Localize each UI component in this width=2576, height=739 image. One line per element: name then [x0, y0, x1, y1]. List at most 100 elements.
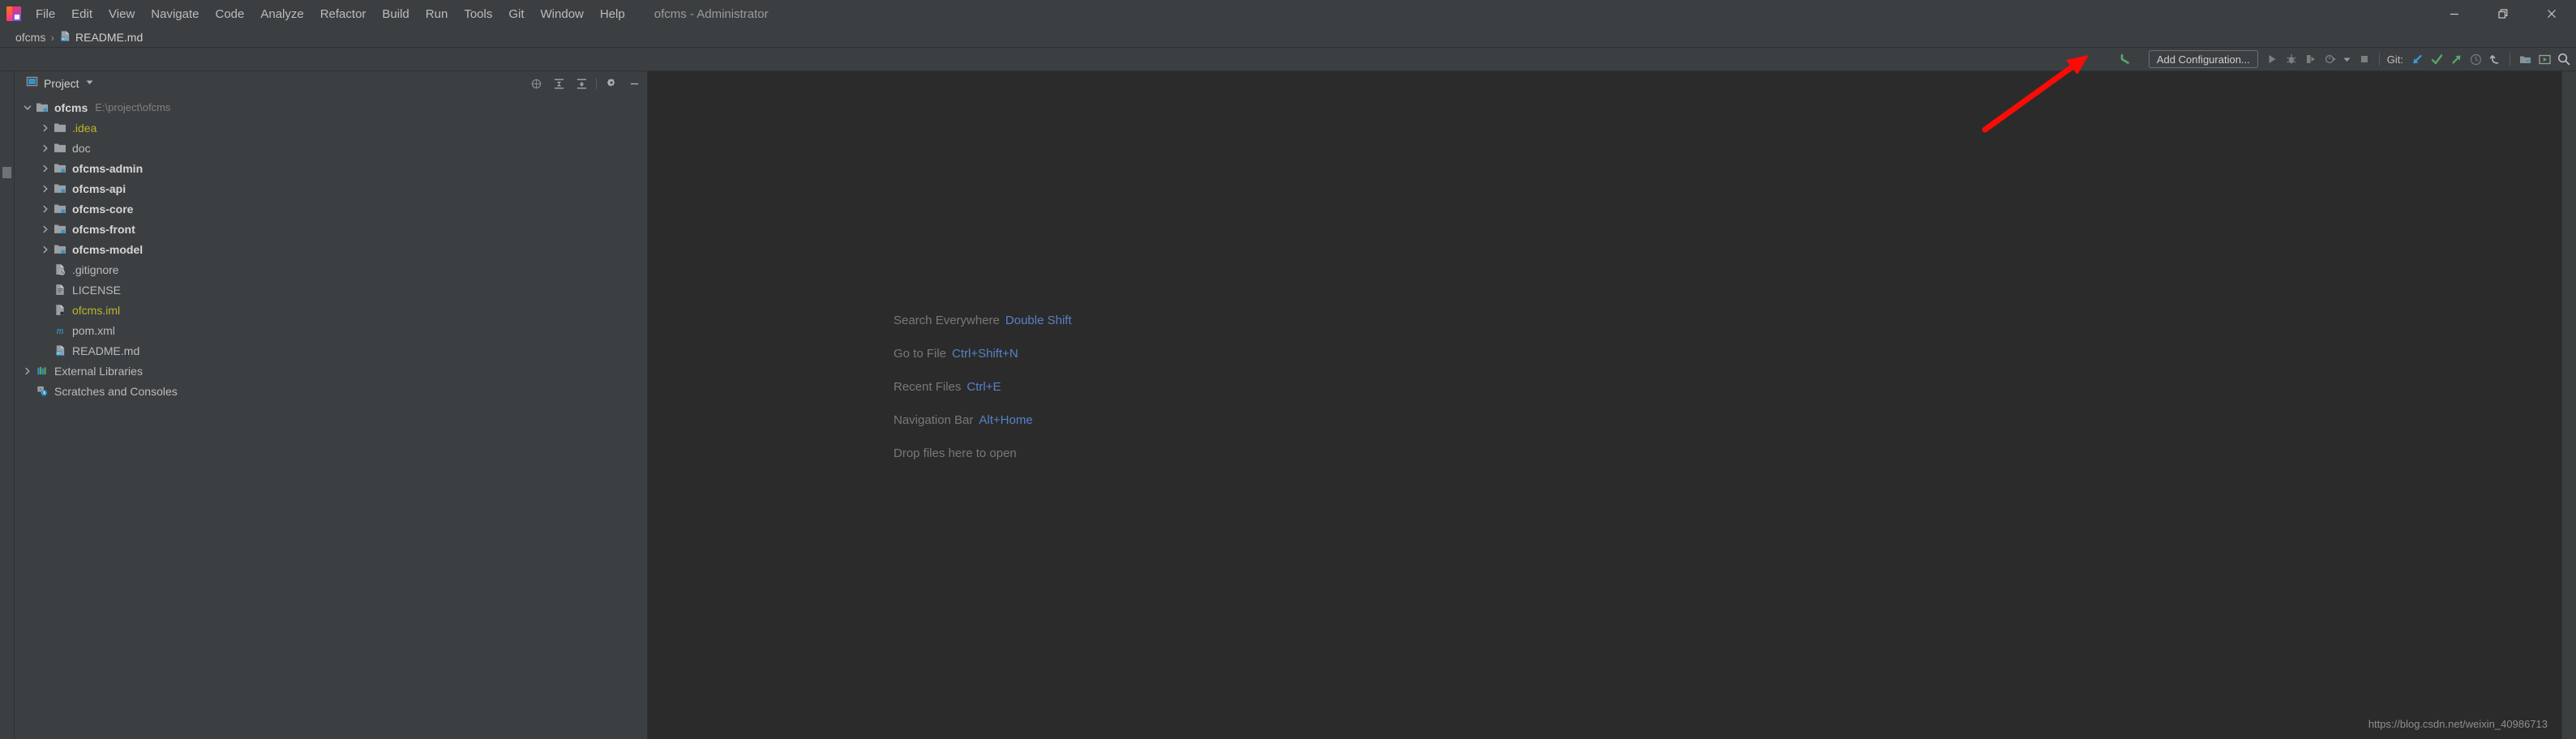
menu-item-navigate[interactable]: Navigate — [143, 5, 207, 23]
editor-area[interactable]: Search Everywhere Double Shift Go to File C… — [648, 71, 2561, 739]
menu-item-file[interactable]: File — [28, 5, 63, 23]
menu-item-help[interactable]: Help — [592, 5, 633, 23]
menu-item-code[interactable]: Code — [207, 5, 252, 23]
chevron-right-icon[interactable] — [39, 223, 52, 236]
menu-item-view[interactable]: View — [101, 5, 143, 23]
run-target-icon[interactable] — [2535, 50, 2553, 68]
collapse-all-icon[interactable] — [573, 75, 589, 92]
window-controls — [2430, 0, 2576, 28]
menu-item-analyze[interactable]: Analyze — [252, 5, 311, 23]
tool-window-stripe-marker — [2, 167, 11, 178]
profiler-icon[interactable] — [2321, 50, 2339, 68]
menu-item-tools[interactable]: Tools — [456, 5, 500, 23]
chevron-right-icon[interactable] — [39, 162, 52, 175]
search-icon[interactable] — [2555, 50, 2573, 68]
tree-node-label: ofcms — [54, 100, 88, 114]
locate-target-icon[interactable] — [528, 75, 544, 92]
scratches-icon: >_ — [35, 385, 49, 398]
tree-node-label: ofcms-model — [72, 242, 144, 256]
tree-node[interactable]: LICENSE — [15, 280, 647, 300]
tree-node-spacer — [39, 263, 52, 276]
editor-hint-label: Recent Files — [894, 380, 962, 394]
green-up-right-arrow-icon[interactable] — [2447, 50, 2465, 68]
window-title: ofcms - Administrator — [654, 6, 769, 21]
stop-square-icon[interactable] — [2355, 50, 2373, 68]
breadcrumb-root[interactable]: ofcms — [14, 31, 45, 44]
tree-node[interactable]: ofcms E:\project\ofcms — [15, 97, 647, 117]
tree-node[interactable]: ofcms-core — [15, 199, 647, 219]
tree-node-label: ofcms-core — [72, 202, 134, 216]
right-tool-window-stripe: Database m Maven — [2561, 71, 2576, 739]
chevron-right-icon[interactable] — [39, 142, 52, 155]
project-panel-actions — [528, 75, 642, 92]
navigation-bar: ofcms › MD README.md — [0, 28, 2576, 48]
breadcrumb-file-label: README.md — [75, 31, 144, 44]
chevron-right-icon[interactable] — [39, 122, 52, 135]
module-folder-icon — [53, 182, 67, 195]
tree-node[interactable]: ofcms.iml — [15, 300, 647, 320]
add-configuration-button[interactable]: Add Configuration... — [2148, 50, 2258, 68]
breadcrumb-separator: › — [50, 31, 55, 44]
folder-icon — [53, 142, 67, 155]
coverage-icon[interactable] — [2302, 50, 2320, 68]
svg-text:m: m — [57, 325, 64, 336]
tree-node-spacer — [39, 284, 52, 297]
chevron-down-icon[interactable] — [21, 101, 34, 114]
chevron-down-icon[interactable] — [85, 76, 94, 91]
hide-panel-button[interactable] — [626, 75, 642, 92]
breadcrumb-file[interactable]: MD README.md — [59, 30, 143, 45]
tree-node[interactable]: doc — [15, 138, 647, 158]
chevron-right-icon[interactable] — [39, 243, 52, 256]
module-folder-icon — [53, 203, 67, 216]
tree-node[interactable]: External Libraries — [15, 361, 647, 381]
debug-bug-icon[interactable] — [2282, 50, 2300, 68]
tree-node[interactable]: >_ Scratches and Consoles — [15, 381, 647, 401]
restore-button[interactable] — [2479, 0, 2527, 28]
tree-node[interactable]: .gitignore — [15, 259, 647, 280]
tree-node[interactable]: .idea — [15, 117, 647, 138]
close-button[interactable] — [2527, 0, 2576, 28]
chevron-right-icon[interactable] — [39, 203, 52, 216]
gear-icon[interactable] — [603, 75, 619, 92]
clock-icon[interactable] — [2467, 50, 2484, 68]
tool-window-tab-database-label: Database — [2561, 96, 2562, 138]
tree-node[interactable]: ofcms-admin — [15, 158, 647, 178]
menu-item-edit[interactable]: Edit — [63, 5, 101, 23]
chevron-right-icon[interactable] — [39, 182, 52, 195]
menu-item-git[interactable]: Git — [500, 5, 532, 23]
green-back-arrow-icon[interactable] — [2116, 50, 2134, 68]
project-structure-icon[interactable] — [2516, 50, 2534, 68]
tree-node-label: README.md — [72, 344, 140, 357]
tree-node-path: E:\project\ofcms — [95, 101, 171, 113]
project-panel-header: Project — [15, 71, 647, 96]
menu-item-refactor[interactable]: Refactor — [312, 5, 375, 23]
module-folder-icon — [53, 243, 67, 256]
tree-node-label: pom.xml — [72, 323, 115, 337]
expand-all-icon[interactable] — [551, 75, 567, 92]
blue-down-left-arrow-icon[interactable] — [2408, 50, 2426, 68]
ide-body: Project Project — [0, 71, 2576, 739]
tree-node[interactable]: ofcms-front — [15, 219, 647, 239]
tree-node-label: ofcms-admin — [72, 161, 144, 175]
chevron-down-icon[interactable] — [2341, 50, 2354, 68]
tree-node[interactable]: MD README.md — [15, 340, 647, 361]
green-check-icon[interactable] — [2428, 50, 2445, 68]
menu-bar: File Edit View Navigate Code Analyze Refactor B… — [0, 0, 2576, 28]
run-icon[interactable] — [2263, 50, 2281, 68]
tree-node[interactable]: ofcms-model — [15, 239, 647, 259]
menu-item-window[interactable]: Window — [533, 5, 592, 23]
main-toolbar: Add Configuration... Git: — [0, 48, 2576, 71]
chevron-right-icon[interactable] — [21, 365, 34, 378]
svg-text:MD: MD — [56, 352, 62, 356]
project-panel-title: Project — [44, 77, 79, 90]
tree-node-label: .gitignore — [72, 263, 119, 276]
markdown-file-icon: MD — [59, 30, 71, 45]
tool-window-tab-maven[interactable]: m Maven — [2562, 169, 2563, 282]
text-file-icon — [53, 284, 67, 297]
tree-node[interactable]: ofcms-api — [15, 178, 647, 199]
menu-item-run[interactable]: Run — [418, 5, 456, 23]
menu-item-build[interactable]: Build — [374, 5, 417, 23]
minimize-button[interactable] — [2430, 0, 2479, 28]
undo-arrow-icon[interactable] — [2486, 50, 2504, 68]
tree-node[interactable]: m pom.xml — [15, 320, 647, 340]
